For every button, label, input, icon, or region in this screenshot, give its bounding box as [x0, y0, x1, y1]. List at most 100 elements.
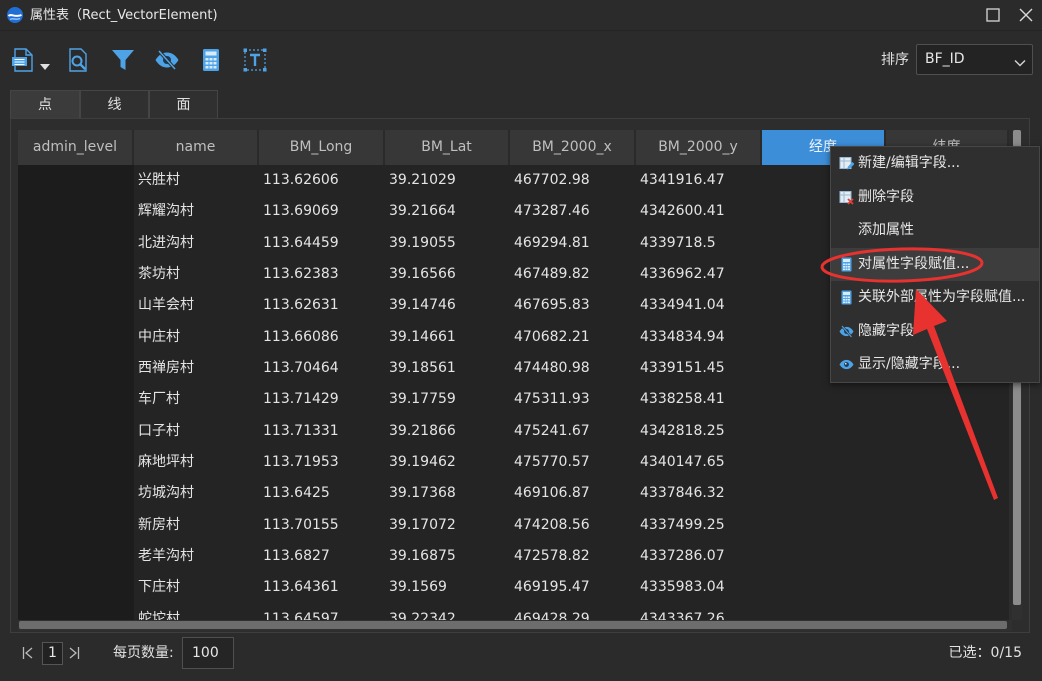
table-cell[interactable]: 蛇坨村	[134, 604, 259, 620]
table-cell[interactable]: 茶坊村	[134, 259, 259, 290]
table-cell[interactable]: 4342600.41	[636, 196, 762, 227]
table-cell[interactable]: 39.1569	[385, 572, 510, 603]
table-cell[interactable]: 39.21866	[385, 416, 510, 447]
table-cell[interactable]	[762, 541, 886, 572]
table-cell[interactable]: 469195.47	[510, 572, 636, 603]
table-cell[interactable]: 39.17072	[385, 510, 510, 541]
column-header-bm-2000-x[interactable]: BM_2000_x	[510, 130, 636, 165]
table-cell[interactable]: 39.17368	[385, 478, 510, 509]
table-cell[interactable]	[886, 384, 1009, 415]
table-cell[interactable]: 4338258.41	[636, 384, 762, 415]
table-cell[interactable]	[762, 604, 886, 620]
table-cell[interactable]	[18, 446, 134, 479]
table-row[interactable]: 新房村 113.70155 39.17072 474208.56 4337499.25	[18, 509, 1009, 541]
table-cell[interactable]	[18, 352, 134, 385]
current-page[interactable]: 1	[42, 642, 63, 665]
filter-icon[interactable]	[110, 47, 136, 73]
table-cell[interactable]: 39.18561	[385, 353, 510, 384]
table-cell[interactable]: 兴胜村	[134, 165, 259, 196]
table-cell[interactable]	[762, 447, 886, 478]
table-cell[interactable]: 辉耀沟村	[134, 196, 259, 227]
table-cell[interactable]	[762, 384, 886, 415]
table-cell[interactable]	[18, 258, 134, 291]
table-cell[interactable]: 113.70155	[259, 510, 385, 541]
table-cell[interactable]: 475311.93	[510, 384, 636, 415]
menu-item-hide-field[interactable]: 隐藏字段	[831, 315, 1039, 349]
table-cell[interactable]	[18, 415, 134, 447]
tab-point[interactable]: 点	[10, 90, 80, 119]
text-frame-icon[interactable]	[242, 47, 268, 73]
table-cell[interactable]	[886, 416, 1009, 447]
table-cell[interactable]: 中庄村	[134, 322, 259, 353]
table-cell[interactable]	[886, 510, 1009, 541]
table-row[interactable]: 老羊沟村 113.6827 39.16875 472578.82 4337286.07	[18, 540, 1009, 573]
table-cell[interactable]: 4339718.5	[636, 228, 762, 259]
table-cell[interactable]: 113.69069	[259, 196, 385, 227]
menu-item-delete-field[interactable]: 删除字段	[831, 181, 1039, 215]
table-row[interactable]: 麻地坪村 113.71953 39.19462 475770.57 4340147.65	[18, 446, 1009, 479]
table-cell[interactable]: 4336962.47	[636, 259, 762, 290]
table-cell[interactable]	[18, 165, 134, 197]
table-cell[interactable]: 113.62383	[259, 259, 385, 290]
table-cell[interactable]: 4340147.65	[636, 447, 762, 478]
table-cell[interactable]: 39.19055	[385, 228, 510, 259]
table-cell[interactable]: 下庄村	[134, 572, 259, 603]
table-cell[interactable]	[762, 416, 886, 447]
table-cell[interactable]: 467695.83	[510, 290, 636, 321]
table-cell[interactable]: 39.16566	[385, 259, 510, 290]
table-row[interactable]: 蛇坨村 113.64597 39.22342 469428.29 4343367.26	[18, 603, 1009, 620]
table-cell[interactable]	[886, 478, 1009, 509]
table-cell[interactable]	[886, 447, 1009, 478]
menu-item-new-edit-field[interactable]: 新建/编辑字段...	[831, 147, 1039, 181]
table-cell[interactable]: 39.19462	[385, 447, 510, 478]
hide-eye-icon[interactable]	[154, 47, 180, 73]
table-cell[interactable]: 北进沟村	[134, 228, 259, 259]
table-cell[interactable]	[18, 540, 134, 573]
table-cell[interactable]: 113.71953	[259, 447, 385, 478]
table-cell[interactable]: 39.22342	[385, 604, 510, 620]
table-cell[interactable]: 口子村	[134, 416, 259, 447]
table-cell[interactable]: 472578.82	[510, 541, 636, 572]
page-size-input[interactable]	[182, 637, 234, 669]
table-row[interactable]: 口子村 113.71331 39.21866 475241.67 4342818.25	[18, 415, 1009, 447]
tab-line[interactable]: 线	[80, 90, 149, 119]
table-cell[interactable]: 113.71429	[259, 384, 385, 415]
first-page-icon[interactable]	[22, 646, 34, 660]
table-cell[interactable]: 113.6827	[259, 541, 385, 572]
menu-item-assign-field-value[interactable]: 对属性字段赋值...	[831, 247, 1039, 281]
table-cell[interactable]: 475770.57	[510, 447, 636, 478]
horizontal-scrollbar[interactable]	[18, 620, 1012, 631]
table-cell[interactable]: 4337286.07	[636, 541, 762, 572]
table-cell[interactable]: 467702.98	[510, 165, 636, 196]
table-cell[interactable]	[18, 603, 134, 620]
table-cell[interactable]	[886, 572, 1009, 603]
table-cell[interactable]: 469106.87	[510, 478, 636, 509]
table-row[interactable]: 坊城沟村 113.6425 39.17368 469106.87 4337846.32	[18, 478, 1009, 510]
dropdown-caret-icon[interactable]	[40, 58, 50, 70]
last-page-icon[interactable]	[68, 646, 80, 660]
table-cell[interactable]: 4343367.26	[636, 604, 762, 620]
table-cell[interactable]: 113.62631	[259, 290, 385, 321]
table-cell[interactable]: 39.14661	[385, 322, 510, 353]
table-row[interactable]: 车厂村 113.71429 39.17759 475311.93 4338258.41	[18, 384, 1009, 416]
table-row[interactable]: 下庄村 113.64361 39.1569 469195.47 4335983.04	[18, 572, 1009, 604]
table-cell[interactable]: 4337846.32	[636, 478, 762, 509]
table-cell[interactable]: 467489.82	[510, 259, 636, 290]
column-header-name[interactable]: name	[134, 130, 259, 165]
table-cell[interactable]: 113.64597	[259, 604, 385, 620]
maximize-icon[interactable]	[986, 8, 1000, 22]
table-cell[interactable]: 4337499.25	[636, 510, 762, 541]
table-cell[interactable]: 474208.56	[510, 510, 636, 541]
table-cell[interactable]	[762, 510, 886, 541]
tab-polygon[interactable]: 面	[149, 90, 218, 119]
table-cell[interactable]: 4334834.94	[636, 322, 762, 353]
table-cell[interactable]: 39.16875	[385, 541, 510, 572]
table-cell[interactable]: 4334941.04	[636, 290, 762, 321]
menu-item-show-hide-fields[interactable]: 显示/隐藏字段...	[831, 348, 1039, 382]
column-header-bm-long[interactable]: BM_Long	[259, 130, 385, 165]
export-table-icon[interactable]	[10, 47, 36, 73]
table-cell[interactable]	[18, 227, 134, 259]
table-cell[interactable]: 山羊会村	[134, 290, 259, 321]
table-cell[interactable]: 469294.81	[510, 228, 636, 259]
table-cell[interactable]: 车厂村	[134, 384, 259, 415]
